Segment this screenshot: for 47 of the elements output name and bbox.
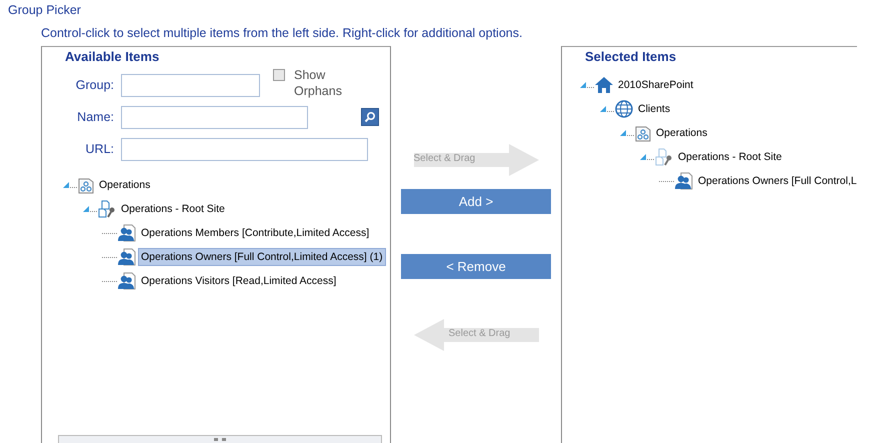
checkbox[interactable] — [273, 69, 285, 81]
site-collection-icon — [635, 124, 651, 142]
panel-heading: Selected Items — [584, 48, 678, 66]
expanded-icon[interactable] — [579, 81, 595, 89]
expanded-icon[interactable] — [599, 105, 615, 113]
tree-item[interactable]: Operations Members [Contribute,Limited Access] — [138, 224, 372, 242]
people-icon — [675, 172, 693, 190]
search-button[interactable] — [361, 108, 379, 126]
input-field[interactable] — [121, 138, 368, 160]
tree-item[interactable]: Operations Owners [Full Control,L — [695, 172, 860, 190]
add-button[interactable]: Add > — [401, 189, 551, 214]
tree-item[interactable]: Operations - Root Site — [118, 200, 228, 218]
site-key-icon — [98, 200, 116, 218]
people-icon — [118, 224, 136, 242]
tree-item[interactable]: Operations - Root Site — [675, 148, 785, 166]
left-arrow-icon — [414, 319, 538, 351]
panel-heading: Available Items — [64, 48, 160, 66]
drag-hint: Select & Drag — [414, 153, 476, 164]
search-icon — [364, 111, 376, 123]
horizontal-scrollbar[interactable] — [58, 435, 382, 443]
tree-item[interactable]: Clients — [635, 100, 674, 118]
expanded-icon[interactable] — [82, 205, 98, 213]
right-arrow-icon — [414, 144, 538, 176]
globe-icon — [615, 100, 633, 118]
tree-item[interactable]: 2010SharePoint — [615, 76, 696, 94]
site-key-icon — [655, 148, 673, 166]
page-title: Group Picker — [7, 2, 82, 19]
input-field[interactable] — [121, 74, 260, 96]
field-label: Group: — [74, 78, 114, 92]
tree-item[interactable]: Operations — [96, 176, 154, 194]
expanded-icon[interactable] — [639, 153, 655, 161]
expanded-icon[interactable] — [619, 129, 635, 137]
home-icon — [595, 77, 613, 93]
field-label: URL: — [84, 142, 114, 156]
instructions-text: Control-click to select multiple items from the left side. Right-click for additional options. — [40, 26, 524, 42]
tree-item[interactable]: Operations — [653, 124, 710, 142]
site-collection-icon — [78, 176, 94, 194]
input-field[interactable] — [121, 106, 308, 128]
remove-button[interactable]: < Remove — [401, 254, 551, 279]
drag-hint: Select & Drag — [448, 328, 510, 339]
people-icon — [118, 248, 136, 266]
expanded-icon[interactable] — [62, 181, 78, 189]
people-icon — [118, 272, 136, 290]
tree-item[interactable]: Operations Visitors [Read,Limited Access] — [138, 272, 340, 290]
tree-item[interactable]: Operations Owners [Full Control,Limited Access] (1) — [138, 248, 386, 266]
checkbox-label[interactable]: Show Orphans — [294, 67, 354, 99]
field-label: Name: — [76, 110, 114, 124]
